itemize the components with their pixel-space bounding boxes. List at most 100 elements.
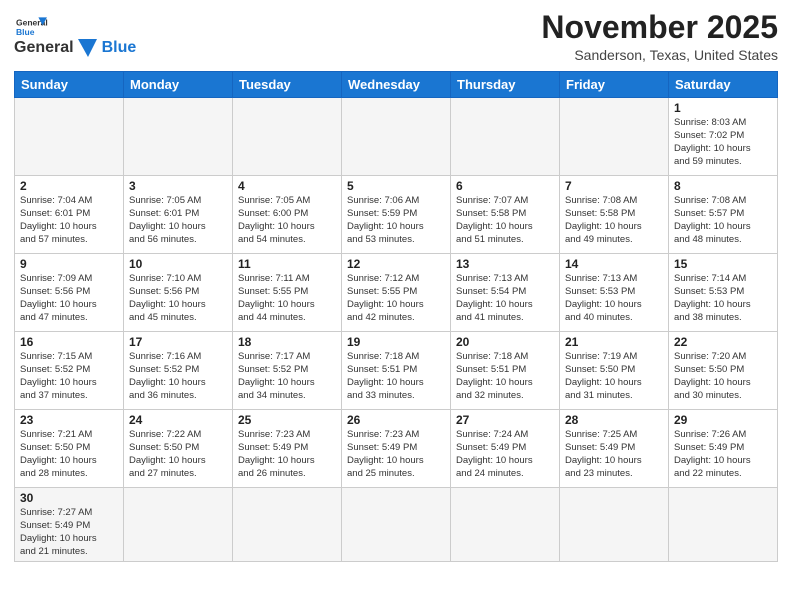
calendar-cell bbox=[560, 488, 669, 562]
day-number: 5 bbox=[347, 179, 445, 193]
calendar-cell bbox=[233, 488, 342, 562]
day-number: 4 bbox=[238, 179, 336, 193]
day-info: Sunrise: 7:11 AM Sunset: 5:55 PM Dayligh… bbox=[238, 273, 336, 324]
calendar-cell: 16Sunrise: 7:15 AM Sunset: 5:52 PM Dayli… bbox=[15, 332, 124, 410]
calendar-cell: 12Sunrise: 7:12 AM Sunset: 5:55 PM Dayli… bbox=[342, 254, 451, 332]
day-info: Sunrise: 7:08 AM Sunset: 5:58 PM Dayligh… bbox=[565, 195, 663, 246]
calendar-cell: 8 Sunrise: 7:08 AM Sunset: 5:57 PM Daylig… bbox=[669, 176, 778, 254]
day-info: Sunrise: 7:26 AM Sunset: 5:49 PM Dayligh… bbox=[674, 429, 772, 480]
day-number: 8 bbox=[674, 179, 772, 193]
week-row-4: 16Sunrise: 7:15 AM Sunset: 5:52 PM Dayli… bbox=[15, 332, 778, 410]
logo-general: General bbox=[14, 39, 74, 57]
header-sunday: Sunday bbox=[15, 72, 124, 98]
day-number: 6 bbox=[456, 179, 554, 193]
day-info: Sunrise: 7:05 AM Sunset: 6:01 PM Dayligh… bbox=[129, 195, 227, 246]
calendar-cell: 27Sunrise: 7:24 AM Sunset: 5:49 PM Dayli… bbox=[451, 410, 560, 488]
header-monday: Monday bbox=[124, 72, 233, 98]
calendar-cell: 15 Sunrise: 7:14 AM Sunset: 5:53 PM Dayli… bbox=[669, 254, 778, 332]
day-number: 2 bbox=[20, 179, 118, 193]
calendar-cell bbox=[451, 488, 560, 562]
day-number: 23 bbox=[20, 413, 118, 427]
day-number: 7 bbox=[565, 179, 663, 193]
day-info: Sunrise: 7:23 AM Sunset: 5:49 PM Dayligh… bbox=[347, 429, 445, 480]
header-wednesday: Wednesday bbox=[342, 72, 451, 98]
day-info: Sunrise: 7:05 AM Sunset: 6:00 PM Dayligh… bbox=[238, 195, 336, 246]
calendar-cell: 10Sunrise: 7:10 AM Sunset: 5:56 PM Dayli… bbox=[124, 254, 233, 332]
calendar-cell: 7 Sunrise: 7:08 AM Sunset: 5:58 PM Daylig… bbox=[560, 176, 669, 254]
calendar-cell bbox=[342, 488, 451, 562]
day-info: Sunrise: 7:04 AM Sunset: 6:01 PM Dayligh… bbox=[20, 195, 118, 246]
day-number: 24 bbox=[129, 413, 227, 427]
calendar-cell bbox=[124, 488, 233, 562]
day-number: 27 bbox=[456, 413, 554, 427]
header: General Blue General Blue November 2025 … bbox=[14, 10, 778, 63]
calendar-cell: 26 Sunrise: 7:23 AM Sunset: 5:49 PM Dayli… bbox=[342, 410, 451, 488]
calendar-cell bbox=[669, 488, 778, 562]
day-info: Sunrise: 7:27 AM Sunset: 5:49 PM Dayligh… bbox=[20, 507, 118, 558]
calendar-cell: 28 Sunrise: 7:25 AM Sunset: 5:49 PM Dayli… bbox=[560, 410, 669, 488]
page: General Blue General Blue November 2025 … bbox=[0, 0, 792, 612]
day-info: Sunrise: 7:25 AM Sunset: 5:49 PM Dayligh… bbox=[565, 429, 663, 480]
calendar-cell: 14Sunrise: 7:13 AM Sunset: 5:53 PM Dayli… bbox=[560, 254, 669, 332]
day-info: Sunrise: 8:03 AM Sunset: 7:02 PM Dayligh… bbox=[674, 117, 772, 168]
day-info: Sunrise: 7:18 AM Sunset: 5:51 PM Dayligh… bbox=[456, 351, 554, 402]
header-thursday: Thursday bbox=[451, 72, 560, 98]
day-info: Sunrise: 7:14 AM Sunset: 5:53 PM Dayligh… bbox=[674, 273, 772, 324]
calendar-cell: 9 Sunrise: 7:09 AM Sunset: 5:56 PM Daylig… bbox=[15, 254, 124, 332]
day-number: 29 bbox=[674, 413, 772, 427]
day-number: 22 bbox=[674, 335, 772, 349]
logo: General Blue General Blue bbox=[14, 14, 136, 59]
calendar-cell: 30 Sunrise: 7:27 AM Sunset: 5:49 PM Dayli… bbox=[15, 488, 124, 562]
day-number: 26 bbox=[347, 413, 445, 427]
day-info: Sunrise: 7:20 AM Sunset: 5:50 PM Dayligh… bbox=[674, 351, 772, 402]
calendar-cell bbox=[15, 98, 124, 176]
day-info: Sunrise: 7:17 AM Sunset: 5:52 PM Dayligh… bbox=[238, 351, 336, 402]
week-row-6: 30 Sunrise: 7:27 AM Sunset: 5:49 PM Dayli… bbox=[15, 488, 778, 562]
day-number: 9 bbox=[20, 257, 118, 271]
day-number: 15 bbox=[674, 257, 772, 271]
weekday-header-row: Sunday Monday Tuesday Wednesday Thursday… bbox=[15, 72, 778, 98]
day-info: Sunrise: 7:22 AM Sunset: 5:50 PM Dayligh… bbox=[129, 429, 227, 480]
day-number: 30 bbox=[20, 491, 118, 505]
day-number: 1 bbox=[674, 101, 772, 115]
day-number: 28 bbox=[565, 413, 663, 427]
calendar-cell: 19Sunrise: 7:18 AM Sunset: 5:51 PM Dayli… bbox=[342, 332, 451, 410]
calendar-cell: 6Sunrise: 7:07 AM Sunset: 5:58 PM Daylig… bbox=[451, 176, 560, 254]
day-number: 25 bbox=[238, 413, 336, 427]
day-info: Sunrise: 7:10 AM Sunset: 5:56 PM Dayligh… bbox=[129, 273, 227, 324]
month-title: November 2025 bbox=[541, 10, 778, 45]
calendar-cell bbox=[451, 98, 560, 176]
calendar-cell bbox=[560, 98, 669, 176]
day-number: 12 bbox=[347, 257, 445, 271]
day-info: Sunrise: 7:13 AM Sunset: 5:54 PM Dayligh… bbox=[456, 273, 554, 324]
calendar-cell bbox=[342, 98, 451, 176]
week-row-5: 23Sunrise: 7:21 AM Sunset: 5:50 PM Dayli… bbox=[15, 410, 778, 488]
day-info: Sunrise: 7:09 AM Sunset: 5:56 PM Dayligh… bbox=[20, 273, 118, 324]
calendar-cell: 20Sunrise: 7:18 AM Sunset: 5:51 PM Dayli… bbox=[451, 332, 560, 410]
calendar-cell: 3 Sunrise: 7:05 AM Sunset: 6:01 PM Daylig… bbox=[124, 176, 233, 254]
day-info: Sunrise: 7:08 AM Sunset: 5:57 PM Dayligh… bbox=[674, 195, 772, 246]
calendar-cell: 17 Sunrise: 7:16 AM Sunset: 5:52 PM Dayli… bbox=[124, 332, 233, 410]
calendar-cell: 4 Sunrise: 7:05 AM Sunset: 6:00 PM Daylig… bbox=[233, 176, 342, 254]
calendar-cell: 2 Sunrise: 7:04 AM Sunset: 6:01 PM Daylig… bbox=[15, 176, 124, 254]
svg-text:Blue: Blue bbox=[16, 27, 35, 37]
day-number: 21 bbox=[565, 335, 663, 349]
calendar-cell: 25Sunrise: 7:23 AM Sunset: 5:49 PM Dayli… bbox=[233, 410, 342, 488]
day-info: Sunrise: 7:15 AM Sunset: 5:52 PM Dayligh… bbox=[20, 351, 118, 402]
day-info: Sunrise: 7:06 AM Sunset: 5:59 PM Dayligh… bbox=[347, 195, 445, 246]
day-number: 17 bbox=[129, 335, 227, 349]
day-number: 19 bbox=[347, 335, 445, 349]
logo-area: General Blue General Blue bbox=[14, 14, 136, 59]
calendar-cell: 18Sunrise: 7:17 AM Sunset: 5:52 PM Dayli… bbox=[233, 332, 342, 410]
week-row-3: 9 Sunrise: 7:09 AM Sunset: 5:56 PM Daylig… bbox=[15, 254, 778, 332]
calendar-cell: 24 Sunrise: 7:22 AM Sunset: 5:50 PM Dayli… bbox=[124, 410, 233, 488]
logo-flag-icon bbox=[75, 37, 101, 59]
day-info: Sunrise: 7:16 AM Sunset: 5:52 PM Dayligh… bbox=[129, 351, 227, 402]
title-area: November 2025 Sanderson, Texas, United S… bbox=[541, 10, 778, 63]
day-number: 3 bbox=[129, 179, 227, 193]
calendar-cell bbox=[124, 98, 233, 176]
week-row-1: 1 Sunrise: 8:03 AM Sunset: 7:02 PM Daylig… bbox=[15, 98, 778, 176]
calendar-cell: 13Sunrise: 7:13 AM Sunset: 5:54 PM Dayli… bbox=[451, 254, 560, 332]
header-tuesday: Tuesday bbox=[233, 72, 342, 98]
day-info: Sunrise: 7:19 AM Sunset: 5:50 PM Dayligh… bbox=[565, 351, 663, 402]
